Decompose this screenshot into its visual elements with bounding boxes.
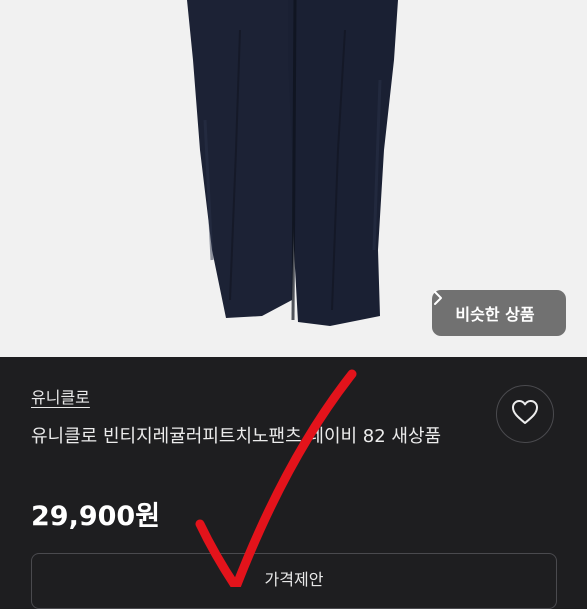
similar-items-button[interactable]: 비슷한 상품 bbox=[432, 290, 566, 336]
like-button[interactable] bbox=[496, 385, 554, 443]
product-title: 유니클로 빈티지레귤러피트치노팬츠 네이비 82 새상품 bbox=[31, 426, 442, 447]
price-offer-button[interactable]: 가격제안 bbox=[31, 553, 557, 609]
product-photo[interactable]: 비슷한 상품 bbox=[0, 0, 587, 357]
product-price: 29,900원 bbox=[31, 501, 161, 532]
brand-link[interactable]: 유니클로 bbox=[31, 384, 90, 408]
product-info: 유니클로 유니클로 빈티지레귤러피트치노팬츠 네이비 82 새상품 29,900… bbox=[0, 357, 587, 609]
similar-items-label: 비슷한 상품 bbox=[455, 305, 535, 324]
heart-icon bbox=[510, 398, 540, 430]
